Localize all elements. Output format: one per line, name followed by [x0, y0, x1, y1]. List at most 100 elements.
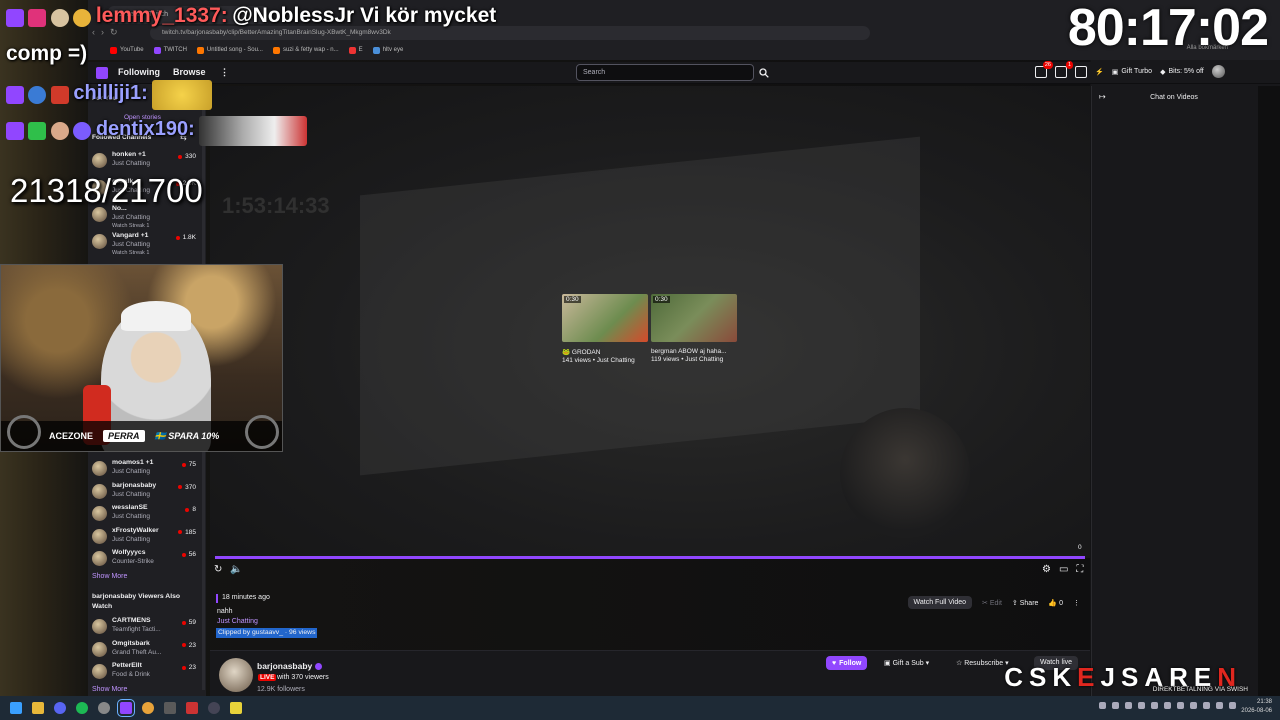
sponsor-discount: 🇸🇪 SPARA 10% [154, 430, 220, 441]
bookmark-item[interactable]: TWITCH [153, 44, 187, 56]
inbox-icon[interactable]: 1 [1055, 60, 1073, 78]
windows-start-icon[interactable] [10, 702, 22, 714]
live-dot-icon [181, 665, 186, 670]
video-progress-bar[interactable] [215, 556, 1085, 559]
viewer-count-value: 23 [188, 641, 196, 649]
viewer-count: 23 [181, 664, 196, 671]
viewer-count-value: 185 [185, 528, 196, 536]
bookmark-item[interactable]: hltv eye [372, 44, 404, 56]
search-input[interactable]: Search [576, 64, 754, 81]
bookmark-label: hltv eye [382, 47, 404, 53]
address-bar[interactable]: twitch.tv/barjonasbaby/clip/BetterAmazin… [150, 26, 870, 40]
verified-badge-icon [73, 122, 92, 140]
obs-icon[interactable] [186, 702, 198, 714]
channel-name: Vangard +1 [112, 232, 149, 239]
clip-category-link[interactable]: Just Chatting [217, 618, 258, 625]
turbo-icon[interactable]: ⚡ [1095, 68, 1104, 76]
channel-name[interactable]: barjonasbaby [257, 661, 323, 671]
channel-followers: 12.9K followers [257, 686, 305, 693]
clip-accent-bar [216, 594, 218, 603]
clock[interactable]: 21:38 2026-08-06 [1241, 698, 1272, 716]
notes-icon[interactable] [230, 702, 242, 714]
clip-thumbnail: 0:30 [651, 294, 737, 342]
watch-full-video-button[interactable]: Watch Full Video [907, 596, 973, 609]
settings-icon[interactable]: ⚙ [1042, 564, 1051, 575]
bits-button[interactable]: ◆ Bits: 5% off [1160, 68, 1204, 76]
channel-avatar [92, 528, 107, 544]
theatre-mode-icon[interactable]: ▭ [1059, 564, 1068, 575]
mail-icon[interactable] [164, 702, 176, 714]
search-button[interactable] [755, 64, 772, 81]
file-explorer-icon[interactable] [32, 702, 44, 714]
bookmark-item[interactable]: suzi & fetty wap - n... [272, 44, 339, 56]
browse-link[interactable]: Browse [173, 67, 206, 77]
sidebar-channel-item[interactable]: CARTMENS Teamfight Tacti... 59 [92, 617, 202, 641]
bookmark-item[interactable]: Untitled song - Sou... [196, 44, 263, 56]
like-button[interactable]: 👍 0 [1048, 599, 1063, 607]
twitch-app-icon[interactable] [117, 699, 135, 717]
video-player[interactable] [210, 86, 1090, 558]
clipped-by-text[interactable]: Clipped by gustaavv_ · 96 views [216, 628, 318, 638]
sub-goal-counter: 21318/21700 [10, 172, 203, 209]
recommended-clip-2[interactable]: 0:30 bergman ABOW aj haha... 119 views •… [651, 294, 737, 363]
fullscreen-icon[interactable]: ⛶ [1076, 564, 1083, 575]
also-watch-heading: barjonasbaby Viewers Also Watch [92, 593, 181, 610]
sidebar-channel-item[interactable]: Wolfyyycs Counter-Strike 56 [92, 549, 202, 573]
sidebar-channel-item[interactable]: PetterEllt Food & Drink 23 [92, 662, 202, 686]
bookmark-label: TWITCH [163, 47, 187, 53]
spotify-icon[interactable] [76, 702, 88, 714]
verified-icon [315, 663, 323, 671]
gift-sub-button[interactable]: ▣ Gift a Sub ▾ [878, 656, 935, 670]
channel-name: wesslanSE [112, 504, 148, 511]
app-icon[interactable] [208, 702, 220, 714]
show-more-link[interactable]: Show More [92, 573, 127, 580]
discord-icon[interactable] [54, 702, 66, 714]
notifications-icon[interactable]: 26 [1035, 60, 1053, 78]
live-dot-icon [178, 530, 183, 534]
chat1-message: @NoblessJr Vi kör mycket [232, 4, 497, 27]
more-menu-icon[interactable]: ⋮ [220, 67, 229, 78]
emote-icon [50, 122, 69, 140]
chrome-icon[interactable] [142, 702, 154, 714]
sidebar-channel-item[interactable]: barjonasbaby Just Chatting 370 [92, 482, 202, 506]
more-options-icon[interactable]: ⋮ [1073, 599, 1080, 607]
channel-category: Just Chatting [112, 160, 150, 167]
bookmark-item[interactable]: E [348, 44, 363, 56]
share-button[interactable]: ⇪ Share [1012, 599, 1039, 607]
show-more-link-2[interactable]: Show More [92, 686, 127, 693]
clip-title: bergman ABOW aj haha... [651, 348, 727, 355]
heart-icon: ♥ [832, 659, 837, 667]
app-icon[interactable] [98, 702, 110, 714]
channel-avatar [92, 483, 107, 499]
gift-turbo-button[interactable]: ▣ Gift Turbo [1112, 68, 1152, 76]
sidebar-channel-item[interactable]: wesslanSE Just Chatting 8 [92, 504, 202, 528]
user-avatar[interactable] [1211, 65, 1225, 78]
bookmark-label: YouTube [120, 47, 144, 53]
nav-arrows-icon[interactable]: ‹›↻ [92, 27, 124, 38]
clock-time: 21:38 [1256, 699, 1272, 705]
progress-value: 0 [1078, 544, 1082, 551]
image-emote-icon [199, 116, 308, 146]
sidebar-channel-item[interactable]: Vangard +1 Just Chatting 1.8K Watch Streak … [92, 232, 202, 256]
twitch-logo-icon[interactable] [96, 67, 108, 79]
live-dot-icon [178, 485, 183, 489]
sidebar-channel-item[interactable]: xFrostyWalker Just Chatting 185 [92, 527, 202, 551]
sidebar-channel-item[interactable]: Omgitsbark Grand Theft Au... 23 [92, 640, 202, 664]
channel-avatar[interactable] [219, 658, 253, 692]
follow-button[interactable]: ♥ Follow [826, 656, 868, 670]
replay-icon[interactable]: ↻ [214, 564, 222, 575]
viewer-count: 1.8K [175, 234, 196, 241]
edit-button[interactable]: ✂ Edit [982, 599, 1002, 607]
bookmark-item[interactable]: YouTube [110, 44, 144, 56]
volume-icon[interactable]: 🔈 [230, 564, 242, 575]
recommended-clip-1[interactable]: 0:30 🐸 GRODAN 141 views • Just Chatting [562, 294, 648, 364]
sidebar-channel-item[interactable]: moamos1 +1 Just Chatting 75 [92, 459, 202, 483]
channel-name: Wolfyyycs [112, 549, 146, 556]
whispers-icon[interactable] [1075, 65, 1087, 78]
resubscribe-label: Resubscribe [964, 660, 1004, 667]
clip-thumbnail: 0:30 [562, 294, 648, 342]
bookmark-favicon-icon [272, 46, 280, 54]
following-link[interactable]: Following [118, 67, 160, 77]
channel-category: Teamfight Tacti... [112, 626, 161, 633]
system-tray [1099, 702, 1236, 709]
